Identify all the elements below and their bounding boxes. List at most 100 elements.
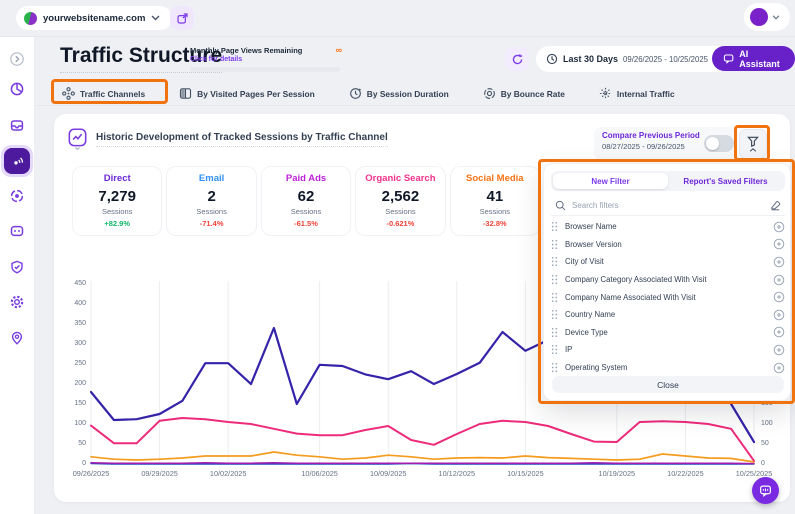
drag-handle-icon[interactable] <box>551 292 558 303</box>
stat-change: -0.621% <box>358 219 442 228</box>
circle-plus-icon[interactable] <box>773 221 785 233</box>
filter-option-row[interactable]: City of Visit <box>551 253 785 271</box>
stat-label: Organic Search <box>358 173 442 184</box>
infinity-icon: ∞ <box>336 45 342 55</box>
circle-plus-icon[interactable] <box>773 344 785 356</box>
axis-tick-label: 0 <box>58 460 86 467</box>
filter-option-row[interactable]: Operating System <box>551 359 785 377</box>
clock-icon <box>546 53 558 65</box>
filter-close-button[interactable]: Close <box>552 376 784 393</box>
axis-tick-label: 450 <box>58 280 86 287</box>
tab-bounce-rate[interactable]: By Bounce Rate <box>479 82 569 105</box>
stat-card-email[interactable]: Email 2 Sessions -71.4% <box>166 166 256 236</box>
filter-option-row[interactable]: Browser Name <box>551 218 785 236</box>
account-menu[interactable] <box>744 3 790 31</box>
filter-panel: New Filter Report's Saved Filters Brow <box>543 163 791 401</box>
sidebar-item-traffic-active[interactable] <box>1 145 33 177</box>
duration-clock-icon <box>349 87 362 100</box>
filter-option-label: Operating System <box>565 363 766 372</box>
circle-plus-icon[interactable] <box>773 291 785 303</box>
website-favicon <box>24 12 37 25</box>
chevron-down-icon <box>151 15 160 21</box>
sidebar-item-security[interactable] <box>5 255 29 279</box>
axis-tick-label: 250 <box>58 360 86 367</box>
stat-change: -32.8% <box>453 219 537 228</box>
sidebar-item-inbox[interactable] <box>5 113 29 137</box>
drag-handle-icon[interactable] <box>551 274 558 285</box>
stat-card-direct[interactable]: Direct 7,279 Sessions +82.9% <box>72 166 162 236</box>
stat-unit: Sessions <box>169 207 253 216</box>
stat-unit: Sessions <box>75 207 159 216</box>
refresh-button[interactable] <box>505 47 529 71</box>
drag-handle-icon[interactable] <box>551 362 558 373</box>
drag-handle-icon[interactable] <box>551 221 558 232</box>
circle-plus-icon[interactable] <box>773 238 785 250</box>
chevron-right-circle-icon <box>9 51 25 67</box>
channels-icon <box>62 87 75 100</box>
quota-widget: Monthly Page Views Remaining ∞ Click for… <box>190 45 342 72</box>
sidebar-item-target[interactable] <box>5 184 29 208</box>
axis-tick-label: 100 <box>761 420 773 427</box>
sidebar-collapse-button[interactable] <box>5 47 29 71</box>
filter-option-label: Country Name <box>565 310 766 319</box>
stat-unit: Sessions <box>358 207 442 216</box>
compare-toggle[interactable] <box>704 135 734 152</box>
filter-option-row[interactable]: Company Category Associated With Visit <box>551 271 785 289</box>
tab-session-duration[interactable]: By Session Duration <box>345 82 453 105</box>
axis-tick-label: 09/26/2025 <box>67 469 115 478</box>
stat-value: 41 <box>453 188 537 205</box>
circle-plus-icon[interactable] <box>773 362 785 374</box>
stat-card-organic-search[interactable]: Organic Search 2,562 Sessions -0.621% <box>355 166 445 236</box>
filter-button[interactable] <box>739 129 767 159</box>
filter-search-input[interactable] <box>572 201 763 210</box>
axis-tick-label: 10/06/2025 <box>296 469 344 478</box>
tab-visited-pages-per-session[interactable]: By Visited Pages Per Session <box>175 82 319 105</box>
axis-tick-label: 10/12/2025 <box>433 469 481 478</box>
stat-card-paid-ads[interactable]: Paid Ads 62 Sessions -61.5% <box>261 166 351 236</box>
tab-saved-filters[interactable]: Report's Saved Filters <box>668 173 783 189</box>
open-website-button[interactable] <box>170 6 194 30</box>
pie-chart-icon <box>9 81 25 97</box>
sidebar-item-visitor-location[interactable] <box>5 326 29 350</box>
filter-option-row[interactable]: Browser Version <box>551 236 785 254</box>
axis-tick-label: 350 <box>58 320 86 327</box>
tab-traffic-channels[interactable]: Traffic Channels <box>58 82 149 105</box>
drag-handle-icon[interactable] <box>551 344 558 355</box>
axis-tick-label: 10/25/2025 <box>730 469 778 478</box>
ai-assistant-label: AI Assistant <box>739 49 784 69</box>
filter-option-row[interactable]: Company Name Associated With Visit <box>551 288 785 306</box>
filter-option-row[interactable]: IP <box>551 341 785 359</box>
stat-card-social-media[interactable]: Social Media 41 Sessions -32.8% <box>450 166 540 236</box>
axis-tick-label: 10/19/2025 <box>593 469 641 478</box>
drag-handle-icon[interactable] <box>551 309 558 320</box>
circle-plus-icon[interactable] <box>773 326 785 338</box>
sidebar-item-chat[interactable] <box>5 219 29 243</box>
filter-option-label: Company Name Associated With Visit <box>565 293 766 302</box>
filter-option-row[interactable]: Device Type <box>551 324 785 342</box>
sidebar-item-settings[interactable] <box>5 290 29 314</box>
stat-value: 2,562 <box>358 188 442 205</box>
stat-label: Email <box>169 173 253 184</box>
drag-handle-icon[interactable] <box>551 256 558 267</box>
filter-option-label: Browser Version <box>565 240 766 249</box>
support-chat-button[interactable] <box>752 477 779 504</box>
sidebar <box>0 37 35 514</box>
drag-handle-icon[interactable] <box>551 327 558 338</box>
circle-plus-icon[interactable] <box>773 256 785 268</box>
axis-tick-label: 300 <box>58 340 86 347</box>
sidebar-item-analytics[interactable] <box>5 77 29 101</box>
circle-plus-icon[interactable] <box>773 309 785 321</box>
tab-new-filter[interactable]: New Filter <box>553 173 668 189</box>
quota-details-link[interactable]: Click for details <box>190 56 342 63</box>
ai-assistant-button[interactable]: AI Assistant <box>712 46 795 71</box>
drag-handle-icon[interactable] <box>551 239 558 250</box>
eraser-icon[interactable] <box>769 199 781 211</box>
stat-unit: Sessions <box>453 207 537 216</box>
radar-icon <box>10 154 25 169</box>
date-range-picker[interactable]: Last 30 Days 09/26/2025 - 10/25/2025 <box>536 46 730 72</box>
axis-tick-label: 50 <box>58 440 86 447</box>
filter-option-row[interactable]: Country Name <box>551 306 785 324</box>
circle-plus-icon[interactable] <box>773 274 785 286</box>
tab-internal-traffic[interactable]: Internal Traffic <box>595 82 679 105</box>
website-selector[interactable]: yourwebsitename.com <box>16 6 172 30</box>
